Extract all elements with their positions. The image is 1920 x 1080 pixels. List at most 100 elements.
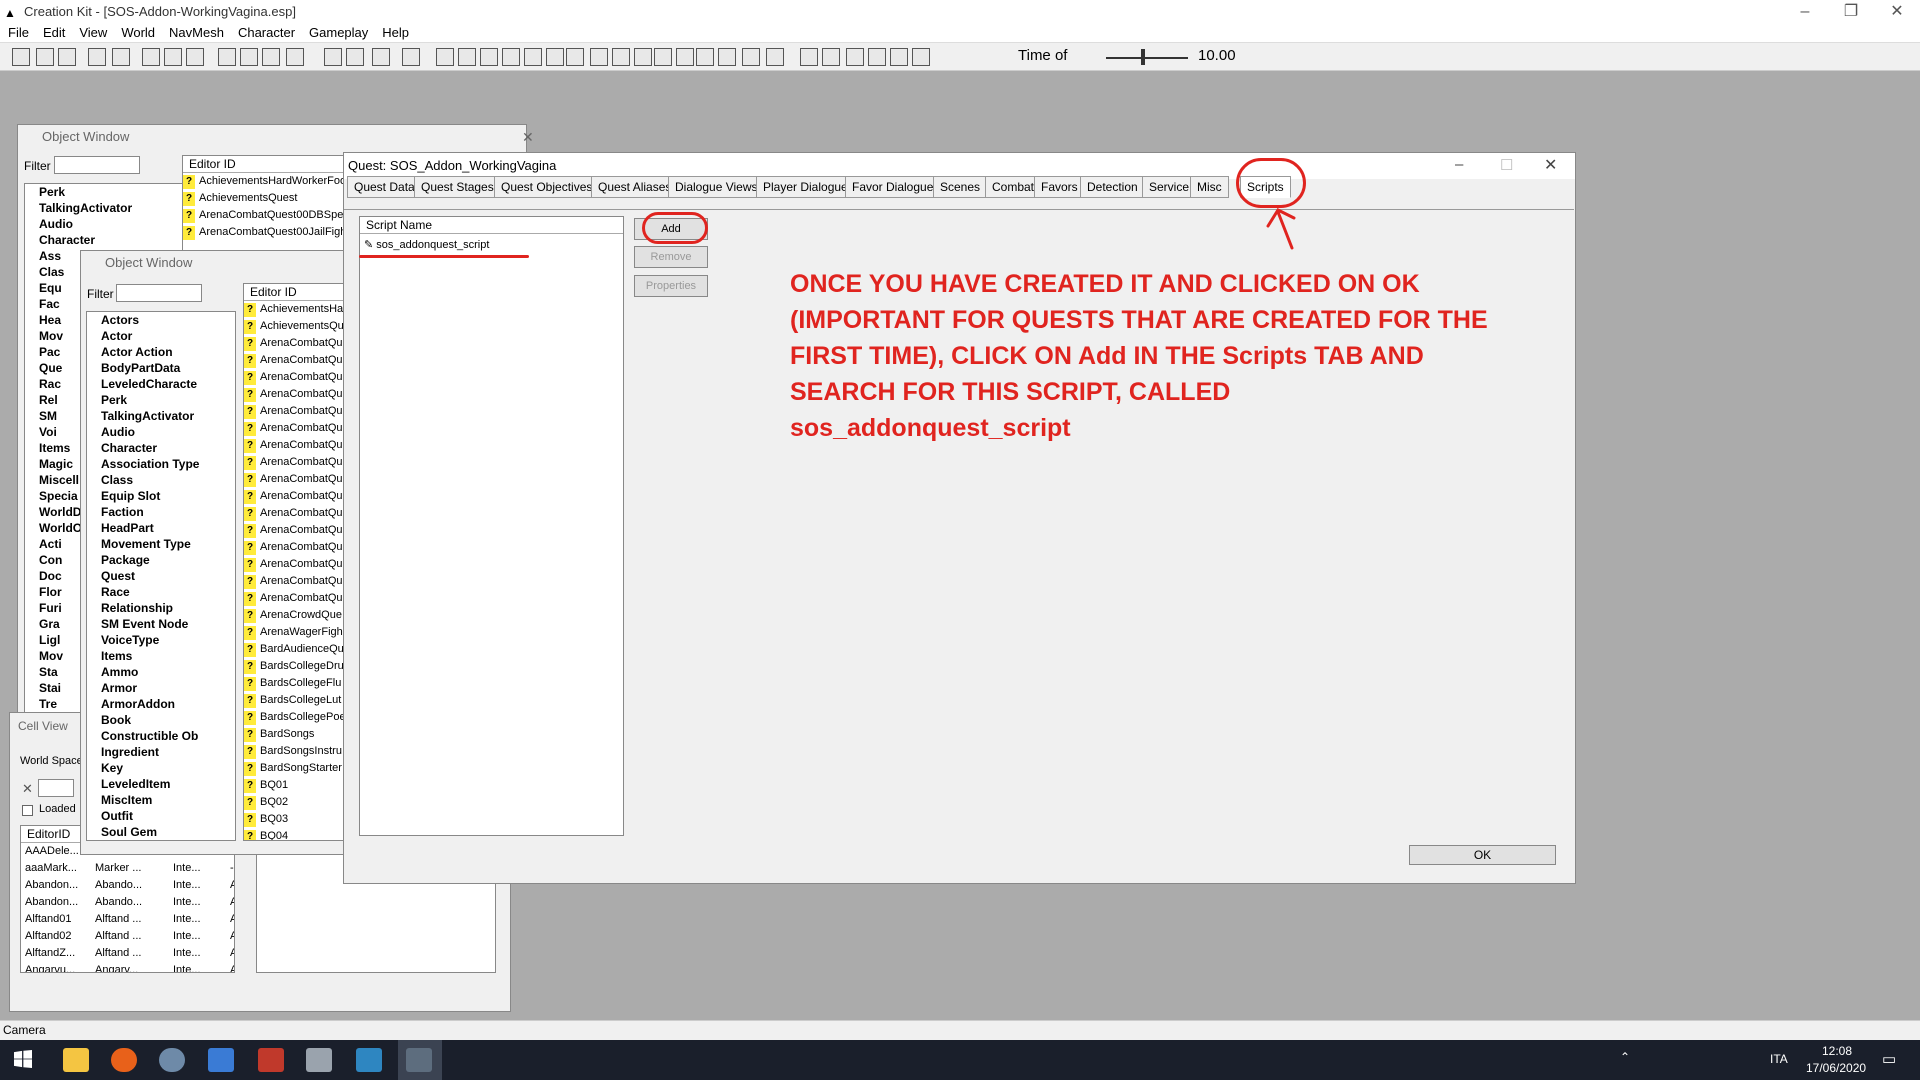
tree-node[interactable]: Equip Slot: [87, 488, 235, 504]
tab-favors[interactable]: Favors: [1034, 176, 1085, 198]
tree-node[interactable]: Audio: [87, 424, 235, 440]
menu-file[interactable]: File: [8, 22, 29, 43]
script-list[interactable]: Script Name ✎ sos_addonquest_script: [359, 216, 624, 836]
toolbar-button-icon[interactable]: [612, 48, 630, 66]
tree-node[interactable]: Character: [25, 232, 183, 248]
toolbar-button-icon[interactable]: [912, 48, 930, 66]
toolbar-button-icon[interactable]: [58, 48, 76, 66]
tree-node[interactable]: Package: [87, 552, 235, 568]
tree-node[interactable]: TalkingActivator: [25, 200, 183, 216]
tree-node[interactable]: VoiceType: [87, 632, 235, 648]
minimize-icon[interactable]: –: [1455, 156, 1463, 173]
tree-node[interactable]: Armor: [87, 680, 235, 696]
world-space-input[interactable]: [38, 779, 74, 797]
toolbar-button-icon[interactable]: [436, 48, 454, 66]
properties-button[interactable]: Properties: [634, 275, 708, 297]
tree-node[interactable]: Race: [87, 584, 235, 600]
list-item[interactable]: ? ArenaCombatQu: [244, 437, 348, 454]
tree-node[interactable]: Relationship: [87, 600, 235, 616]
tab-detection[interactable]: Detection: [1080, 176, 1145, 198]
toolbar-button-icon[interactable]: [868, 48, 886, 66]
tree-node[interactable]: Items: [87, 648, 235, 664]
menu-character[interactable]: Character: [238, 22, 295, 43]
list-item[interactable]: ? BardsCollegeDru: [244, 658, 348, 675]
remove-button[interactable]: Remove: [634, 246, 708, 268]
script-name-header[interactable]: Script Name: [360, 217, 623, 234]
toolbar-button-icon[interactable]: [372, 48, 390, 66]
toolbar-button-icon[interactable]: [286, 48, 304, 66]
list-item[interactable]: ? ArenaCombatQu: [244, 590, 348, 607]
toolbar-button-icon[interactable]: [458, 48, 476, 66]
object-tree[interactable]: Actors Actor Actor Action BodyPartData Level…: [86, 311, 236, 841]
tree-node[interactable]: Soul Gem: [87, 824, 235, 840]
list-item[interactable]: ? BardSongsInstru: [244, 743, 348, 760]
filter-input[interactable]: [116, 284, 202, 302]
notification-icon[interactable]: ▭: [1882, 1050, 1896, 1068]
list-item[interactable]: ? ArenaCombatQu: [244, 573, 348, 590]
tree-node[interactable]: Character: [87, 440, 235, 456]
toolbar-button-icon[interactable]: [718, 48, 736, 66]
list-item[interactable]: ? ArenaCombatQu: [244, 488, 348, 505]
menu-gameplay[interactable]: Gameplay: [309, 22, 368, 43]
list-item[interactable]: ? ArenaCombatQu: [244, 539, 348, 556]
list-item[interactable]: ? BardsCollegePoe: [244, 709, 348, 726]
tab-quest-data[interactable]: Quest Data: [347, 176, 422, 198]
table-row[interactable]: Alftand02 Alftand ... Inte... A: [21, 928, 234, 945]
menu-world[interactable]: World: [121, 22, 155, 43]
list-item[interactable]: ? AchievementsQu: [244, 318, 348, 335]
file-explorer-icon[interactable]: [63, 1048, 89, 1072]
toolbar-button-icon[interactable]: [142, 48, 160, 66]
menu-navmesh[interactable]: NavMesh: [169, 22, 224, 43]
list-item[interactable]: ? ArenaCombatQu: [244, 420, 348, 437]
toolbar-button-icon[interactable]: [822, 48, 840, 66]
list-item[interactable]: ? ArenaCombatQu: [244, 335, 348, 352]
list-item[interactable]: ? ArenaWagerFigh: [244, 624, 348, 641]
table-row[interactable]: Angarvu... Angarv... Inte... A: [21, 962, 234, 972]
list-item[interactable]: ? ArenaCrowdQue: [244, 607, 348, 624]
toolbar-button-icon[interactable]: [324, 48, 342, 66]
script-list-item[interactable]: ✎ sos_addonquest_script: [360, 237, 623, 254]
table-row[interactable]: aaaMark... Marker ... Inte... -: [21, 860, 234, 877]
tab-scenes[interactable]: Scenes: [933, 176, 988, 198]
menu-edit[interactable]: Edit: [43, 22, 65, 43]
tree-node[interactable]: Actor: [87, 328, 235, 344]
toolbar-button-icon[interactable]: [634, 48, 652, 66]
toolbar-button-icon[interactable]: [502, 48, 520, 66]
tree-node[interactable]: Ammo: [87, 664, 235, 680]
list-item[interactable]: ? BardSongStarter: [244, 760, 348, 777]
list-item[interactable]: ? BQ04: [244, 828, 348, 840]
tab-player-dialogue[interactable]: Player Dialogue: [756, 176, 855, 198]
toolbar-button-icon[interactable]: [480, 48, 498, 66]
tree-node[interactable]: ArmorAddon: [87, 696, 235, 712]
editor-id-header[interactable]: Editor ID: [244, 284, 348, 301]
toolbar-button-icon[interactable]: [766, 48, 784, 66]
loaded-checkbox[interactable]: [22, 805, 33, 816]
list-item[interactable]: ? BQ03: [244, 811, 348, 828]
clear-icon[interactable]: ✕: [22, 781, 33, 797]
tree-node[interactable]: TalkingActivator: [87, 408, 235, 424]
table-row[interactable]: Alftand01 Alftand ... Inte... A: [21, 911, 234, 928]
tree-node[interactable]: Quest: [87, 568, 235, 584]
tree-node[interactable]: Class: [87, 472, 235, 488]
close-icon[interactable]: ✕: [1544, 155, 1557, 175]
creation-kit-icon[interactable]: [406, 1048, 432, 1072]
tab-combat[interactable]: Combat: [985, 176, 1042, 198]
app-icon[interactable]: [306, 1048, 332, 1072]
toolbar-button-icon[interactable]: [590, 48, 608, 66]
tab-quest-stages[interactable]: Quest Stages: [414, 176, 501, 198]
table-row[interactable]: Abandon... Abando... Inte... A: [21, 894, 234, 911]
list-item[interactable]: ? BQ02: [244, 794, 348, 811]
toolbar-button-icon[interactable]: [164, 48, 182, 66]
tab-favor-dialogue[interactable]: Favor Dialogue: [845, 176, 941, 198]
tree-node[interactable]: Actors: [87, 312, 235, 328]
toolbar-button-icon[interactable]: [12, 48, 30, 66]
tree-node[interactable]: Perk: [25, 184, 183, 200]
menu-help[interactable]: Help: [382, 22, 409, 43]
toolbar-button-icon[interactable]: [262, 48, 280, 66]
toolbar-button-icon[interactable]: [218, 48, 236, 66]
tree-node[interactable]: Association Type: [87, 456, 235, 472]
tree-node[interactable]: Ingredient: [87, 744, 235, 760]
tree-node[interactable]: Book: [87, 712, 235, 728]
toolbar-button-icon[interactable]: [676, 48, 694, 66]
app-icon[interactable]: [356, 1048, 382, 1072]
